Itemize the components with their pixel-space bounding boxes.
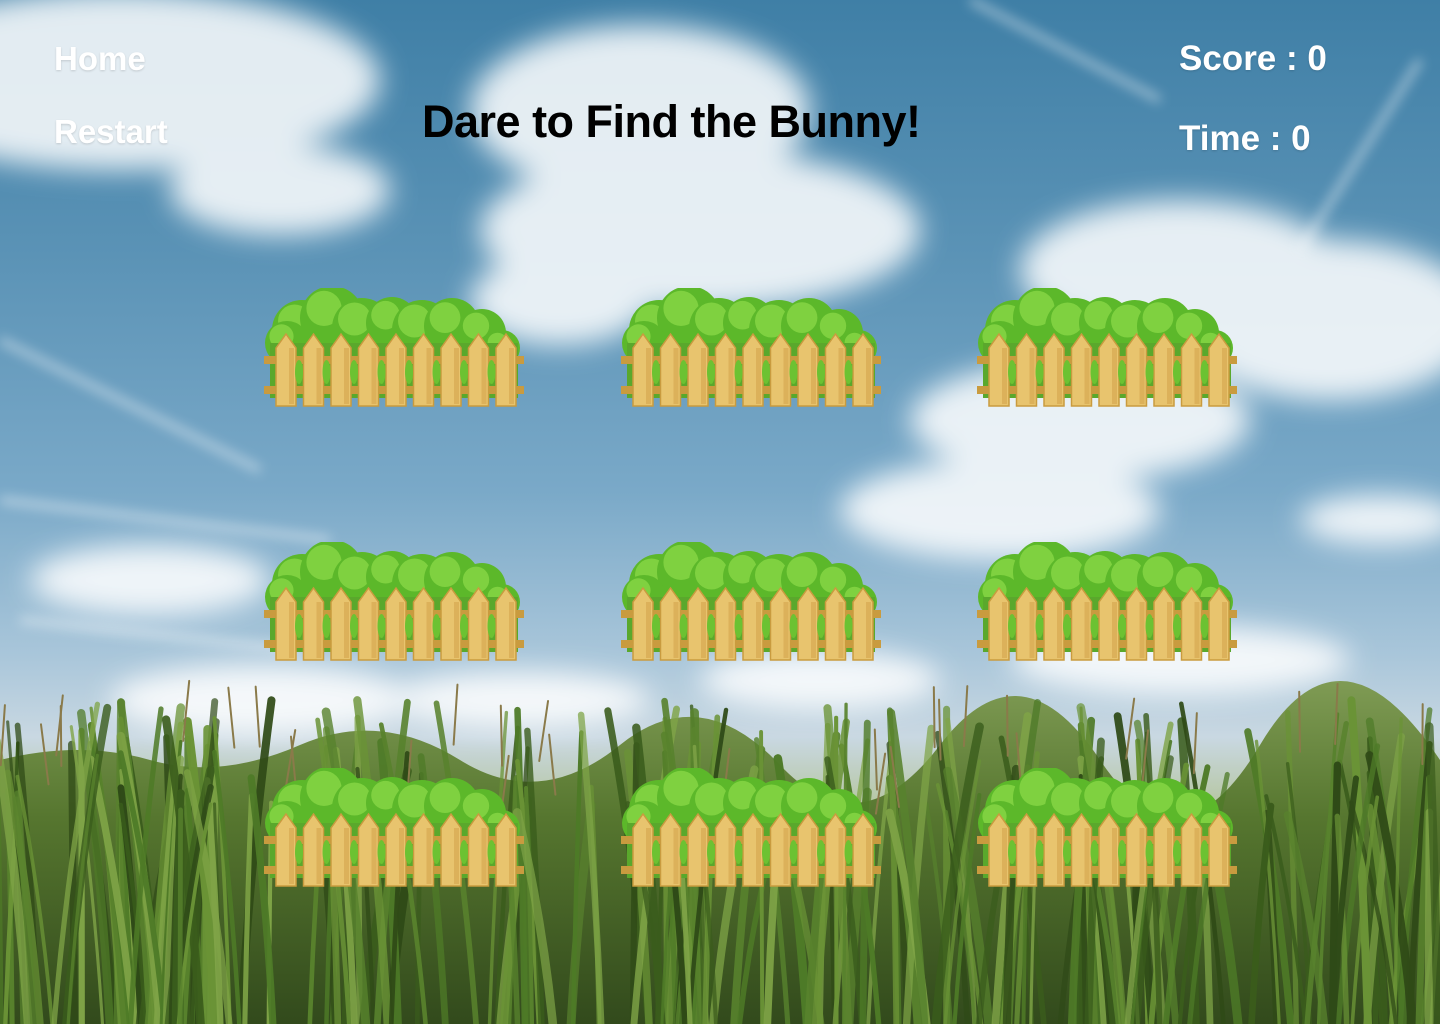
score-display: Score : 0: [1179, 39, 1327, 79]
time-value: 0: [1291, 119, 1311, 158]
score-value: 0: [1307, 39, 1327, 78]
game-scene: Home Restart Dare to Find the Bunny! Sco…: [0, 0, 1440, 1024]
score-label: Score :: [1179, 39, 1308, 78]
bush-fence-icon: [621, 542, 881, 661]
hole-1[interactable]: [262, 288, 526, 410]
hole-9[interactable]: [975, 768, 1239, 890]
time-label: Time :: [1179, 119, 1292, 158]
hole-4[interactable]: [262, 542, 526, 664]
hole-2[interactable]: [619, 288, 883, 410]
bush-fence-icon: [264, 288, 524, 407]
bush-fence-icon: [621, 768, 881, 887]
game-title: Dare to Find the Bunny!: [422, 96, 921, 147]
bush-fence-icon: [264, 768, 524, 887]
bush-fence-icon: [264, 542, 524, 661]
bush-fence-icon: [977, 768, 1237, 887]
bush-fence-icon: [977, 542, 1237, 661]
bush-fence-icon: [621, 288, 881, 407]
hole-8[interactable]: [619, 768, 883, 890]
hole-5[interactable]: [619, 542, 883, 664]
hole-7[interactable]: [262, 768, 526, 890]
time-display: Time : 0: [1179, 119, 1311, 159]
hole-3[interactable]: [975, 288, 1239, 410]
restart-link[interactable]: Restart: [54, 113, 168, 151]
bush-fence-icon: [977, 288, 1237, 407]
hole-6[interactable]: [975, 542, 1239, 664]
home-link[interactable]: Home: [54, 40, 146, 78]
